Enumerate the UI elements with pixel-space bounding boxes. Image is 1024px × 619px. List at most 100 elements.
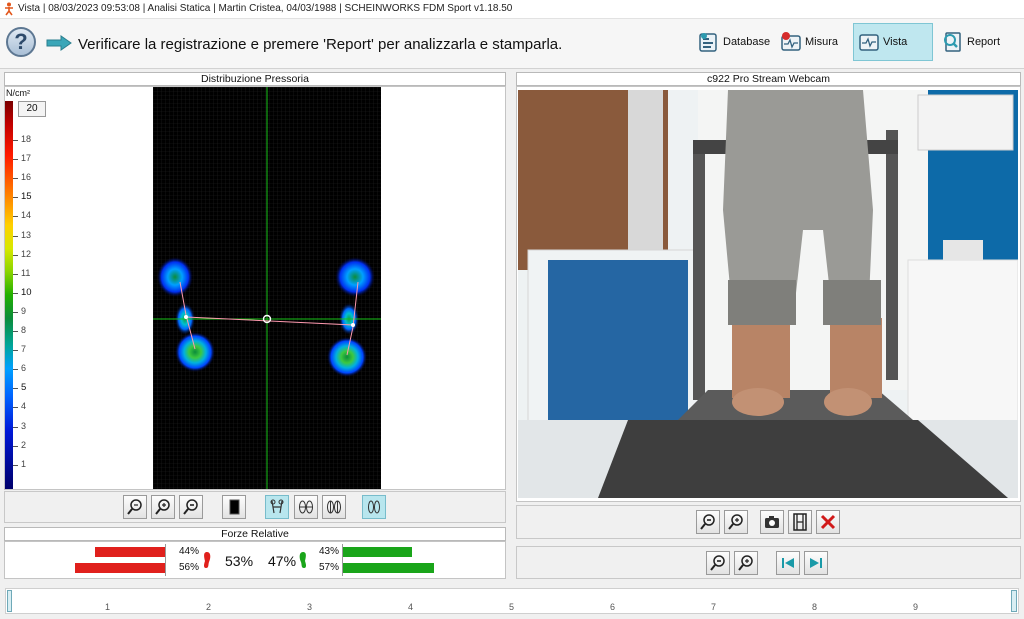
webcam-zoom-out-button[interactable] [696, 510, 720, 534]
step-forward-icon [810, 558, 822, 568]
forces-divider-left [165, 544, 166, 576]
feet-outline-button[interactable] [294, 495, 318, 519]
timeline-tools-row [516, 546, 1021, 579]
zoom-in-icon [728, 514, 743, 530]
webcam-zoom-in-button[interactable] [724, 510, 748, 534]
timeline-tick-label: 9 [913, 602, 919, 612]
forces-panel-title: Forze Relative [4, 527, 506, 541]
scale-tick-label: 13 [21, 229, 32, 240]
scale-tick-label: 18 [21, 134, 32, 144]
measure-button-label: Misura [805, 36, 839, 48]
left-foot-icon [204, 552, 211, 568]
right-heel-force-bar [343, 563, 435, 573]
timeline-zoom-out-button[interactable] [706, 551, 730, 575]
scale-tick-mark [13, 311, 18, 313]
left-forefoot-blob [157, 257, 193, 297]
film-icon [793, 513, 807, 531]
close-icon [820, 514, 836, 530]
timeline-tick-label: 7 [711, 602, 717, 612]
feet-zones-icon [327, 500, 341, 514]
timeline-tick-label: 4 [408, 602, 414, 612]
left-total-pct: 53% [225, 553, 254, 569]
scale-tick-mark [13, 292, 18, 294]
measure-icon [780, 31, 802, 53]
camera-icon [765, 516, 779, 528]
scale-tick-mark [13, 426, 18, 428]
zoom-in-button[interactable] [151, 495, 175, 519]
previous-frame-button[interactable] [776, 551, 800, 575]
scale-tick-mark [13, 159, 18, 161]
zoom-out-button[interactable] [179, 495, 203, 519]
footprints-icon [368, 500, 380, 514]
zoom-in-icon [738, 555, 753, 571]
scale-tick-mark [13, 445, 18, 447]
scale-tick-mark [13, 197, 18, 199]
pressure-map[interactable] [153, 87, 381, 489]
timeline-tick-label: 8 [812, 602, 818, 612]
timeline-tick-label: 6 [610, 602, 616, 612]
window-title: Vista | 08/03/2023 09:53:08 | Analisi St… [18, 3, 513, 14]
left-heel-pct: 56% [179, 562, 200, 573]
left-forefoot-force-bar [94, 547, 165, 557]
scale-tick-label: 2 [21, 439, 27, 450]
delete-video-button[interactable] [816, 510, 840, 534]
help-button[interactable]: ? [6, 27, 36, 57]
timeline-start-handle[interactable] [7, 590, 12, 612]
film-button[interactable] [788, 510, 812, 534]
scale-tick-label: 11 [21, 267, 31, 278]
view-icon [858, 31, 880, 53]
pressure-unit-label: N/cm² [6, 88, 30, 98]
timeline-end-handle[interactable] [1011, 590, 1017, 612]
scale-tick-label: 6 [21, 363, 27, 374]
zoom-reset-button[interactable] [123, 495, 147, 519]
zoom-out-icon [183, 499, 198, 515]
pressure-heatmap [153, 87, 381, 489]
left-heel-blob [175, 332, 215, 372]
max-value-field[interactable]: 20 [18, 101, 46, 117]
scale-tick-label: 8 [21, 325, 27, 335]
scale-tick-mark [13, 140, 18, 141]
zoom-out-icon [710, 555, 725, 571]
scale-tick-mark [13, 388, 18, 390]
scale-tick-mark [13, 407, 18, 409]
scale-tick-label: 4 [21, 401, 27, 412]
timeline-tick-label: 5 [509, 602, 515, 612]
arrow-right-icon [46, 35, 72, 51]
measure-button[interactable]: Misura [776, 23, 842, 61]
scale-tick-mark [13, 273, 18, 275]
scale-tick-label: 10 [21, 286, 32, 298]
timeline-zoom-in-button[interactable] [734, 551, 758, 575]
next-frame-button[interactable] [804, 551, 828, 575]
right-heel-blob [327, 337, 367, 377]
feet-outline-icon [299, 500, 313, 514]
black-rect-icon [229, 499, 240, 515]
webcam-panel-title: c922 Pro Stream Webcam [516, 72, 1021, 86]
timeline-tick-label: 2 [206, 602, 212, 612]
zoom-reset-icon [127, 499, 142, 515]
database-button[interactable]: Database [694, 23, 772, 61]
snapshot-button[interactable] [760, 510, 784, 534]
feet-zones-button[interactable] [322, 495, 346, 519]
scale-tick-label: 12 [21, 248, 32, 259]
feet-axes-button[interactable] [265, 495, 289, 519]
scale-tick-mark [13, 350, 18, 352]
footprints-button[interactable] [362, 495, 386, 519]
scale-tick-label: 16 [21, 172, 32, 183]
toolbar: ? Verificare la registrazione e premere … [0, 19, 1024, 69]
background-toggle-button[interactable] [222, 495, 246, 519]
report-button-label: Report [967, 36, 1001, 48]
webcam-video[interactable] [518, 90, 1018, 498]
scale-tick-mark [13, 369, 18, 371]
left-heel-force-bar [75, 563, 165, 573]
feet-axes-icon [270, 499, 284, 514]
timeline-tick-label: 3 [307, 602, 313, 612]
database-button-label: Database [723, 36, 771, 48]
instruction-text: Verificare la registrazione e premere 'R… [78, 36, 563, 53]
forces-panel [4, 541, 506, 579]
report-icon [942, 31, 964, 53]
scale-tick-mark [13, 235, 18, 237]
view-button[interactable]: Vista [853, 23, 933, 61]
scale-tick-label: 14 [21, 210, 32, 221]
timeline-track[interactable]: 1 2 3 4 5 6 7 8 9 [5, 588, 1019, 614]
report-button[interactable]: Report [938, 23, 1004, 61]
